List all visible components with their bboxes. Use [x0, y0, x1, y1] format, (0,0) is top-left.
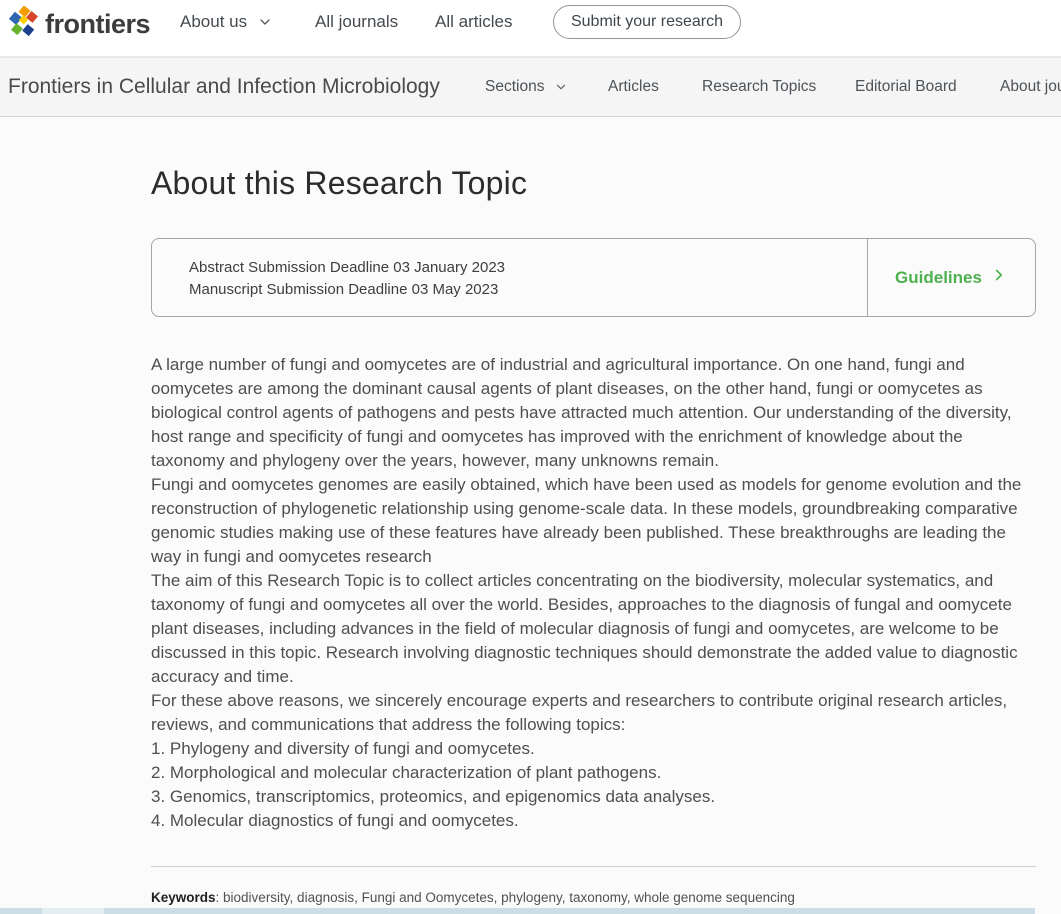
frontiers-logo-icon	[8, 6, 40, 42]
topic-paragraph: For these above reasons, we sincerely en…	[151, 689, 1028, 737]
journal-nav-research-topics-label: Research Topics	[702, 78, 816, 96]
nav-about-us[interactable]: About us	[180, 0, 273, 44]
frontiers-logo-text: frontiers	[45, 9, 150, 40]
keywords-text: : biodiversity, diagnosis, Fungi and Oom…	[216, 890, 795, 905]
section-divider	[151, 866, 1036, 867]
topic-description: A large number of fungi and oomycetes ar…	[151, 353, 1028, 833]
topic-list-item: 3. Genomics, transcriptomics, proteomics…	[151, 785, 1028, 809]
nav-all-journals-label: All journals	[315, 12, 398, 32]
topic-list-item: 1. Phylogeny and diversity of fungi and …	[151, 737, 1028, 761]
nav-all-journals[interactable]: All journals	[315, 0, 398, 44]
journal-nav-articles[interactable]: Articles	[608, 58, 659, 116]
journal-nav-about-journal[interactable]: About journal	[1000, 58, 1061, 116]
keywords-label: Keywords	[151, 890, 216, 905]
next-section-edge	[0, 908, 1035, 914]
journal-nav-sections-label: Sections	[485, 78, 544, 96]
chevron-right-icon	[990, 266, 1008, 289]
journal-nav-about-journal-label: About journal	[1000, 78, 1061, 96]
journal-nav-research-topics[interactable]: Research Topics	[702, 58, 816, 116]
topic-paragraph: The aim of this Research Topic is to col…	[151, 569, 1028, 689]
journal-title[interactable]: Frontiers in Cellular and Infection Micr…	[8, 58, 440, 116]
guidelines-label: Guidelines	[895, 268, 982, 288]
page-title: About this Research Topic	[151, 165, 527, 202]
journal-navbar: Frontiers in Cellular and Infection Micr…	[0, 57, 1061, 117]
nav-all-articles[interactable]: All articles	[435, 0, 512, 44]
deadline-box: Abstract Submission Deadline 03 January …	[151, 238, 1036, 317]
page: frontiers About us All journals All arti…	[0, 0, 1061, 914]
manuscript-deadline: Manuscript Submission Deadline 03 May 20…	[189, 279, 867, 301]
submit-your-research-button[interactable]: Submit your research	[553, 5, 741, 39]
top-navbar: frontiers About us All journals All arti…	[0, 0, 1061, 57]
guidelines-link[interactable]: Guidelines	[867, 239, 1035, 316]
nav-all-articles-label: All articles	[435, 12, 512, 32]
abstract-deadline: Abstract Submission Deadline 03 January …	[189, 257, 867, 279]
topic-paragraph: A large number of fungi and oomycetes ar…	[151, 353, 1028, 473]
next-section-edge-highlight	[42, 908, 104, 914]
chevron-down-icon	[554, 80, 568, 94]
topic-list-item: 2. Morphological and molecular character…	[151, 761, 1028, 785]
journal-nav-sections[interactable]: Sections	[485, 58, 568, 116]
journal-nav-editorial-board-label: Editorial Board	[855, 78, 957, 96]
chevron-down-icon	[257, 14, 273, 30]
deadline-info: Abstract Submission Deadline 03 January …	[152, 239, 867, 316]
topic-paragraph: Fungi and oomycetes genomes are easily o…	[151, 473, 1028, 569]
nav-about-us-label: About us	[180, 12, 247, 32]
topic-list-item: 4. Molecular diagnostics of fungi and oo…	[151, 809, 1028, 833]
journal-nav-editorial-board[interactable]: Editorial Board	[855, 58, 957, 116]
journal-nav-articles-label: Articles	[608, 78, 659, 96]
keywords-line: Keywords: biodiversity, diagnosis, Fungi…	[151, 890, 1036, 905]
frontiers-logo[interactable]: frontiers	[8, 6, 150, 42]
